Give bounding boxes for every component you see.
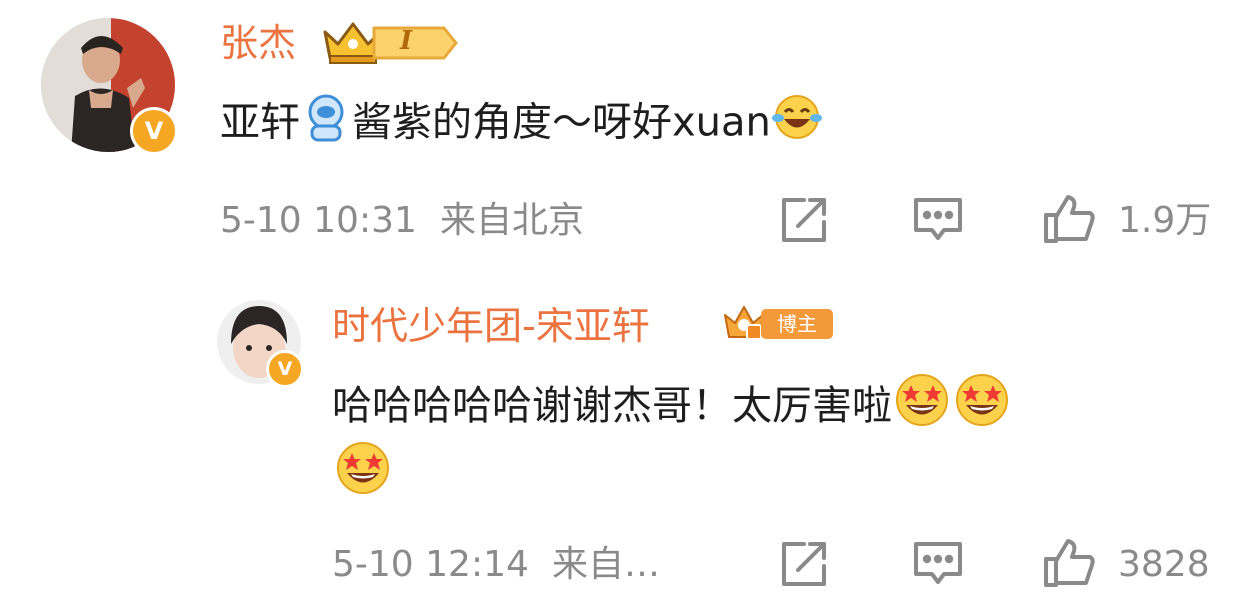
author-name[interactable]: 时代少年团-宋亚轩 <box>332 301 650 351</box>
blogger-badge: 博主 <box>721 301 833 345</box>
blogger-badge-label: 博主 <box>761 309 833 339</box>
like-count: 1.9万 <box>1118 200 1212 241</box>
star-struck-emoji <box>952 372 1012 444</box>
like-count: 3828 <box>1118 544 1210 585</box>
comment-location: 来自北京 <box>440 200 585 241</box>
comment-text-part: 亚轩 <box>220 99 300 146</box>
comment-text-part: 酱紫的角度～呀好xuan <box>352 99 771 146</box>
laughing-tears-emoji <box>771 92 823 157</box>
comment-text-part: 哈哈哈哈哈谢谢杰哥！太厉害啦 <box>332 383 892 429</box>
fan-level-label: I <box>400 26 413 56</box>
comment-time: 5-10 12:14 <box>332 544 529 585</box>
astronaut-emoji <box>300 92 352 157</box>
verified-badge: V <box>266 350 304 388</box>
like-icon[interactable] <box>1042 193 1098 245</box>
verified-badge: V <box>130 107 178 155</box>
comment-text: 哈哈哈哈哈谢谢杰哥！太厉害啦 <box>332 372 1012 444</box>
comment-icon[interactable] <box>912 196 964 244</box>
share-icon[interactable] <box>778 540 830 588</box>
comment-time: 5-10 10:31 <box>220 200 417 241</box>
comment-location: 来自… <box>552 544 661 585</box>
author-name[interactable]: 张杰 <box>220 18 296 68</box>
comment-icon[interactable] <box>912 540 964 588</box>
like-icon[interactable] <box>1042 537 1098 589</box>
fan-level-badge: I <box>372 24 458 62</box>
star-struck-emoji <box>333 440 393 500</box>
star-struck-emoji <box>892 372 952 444</box>
share-icon[interactable] <box>778 196 830 244</box>
comment-text: 亚轩 酱紫的角度～呀好xuan <box>220 92 823 157</box>
